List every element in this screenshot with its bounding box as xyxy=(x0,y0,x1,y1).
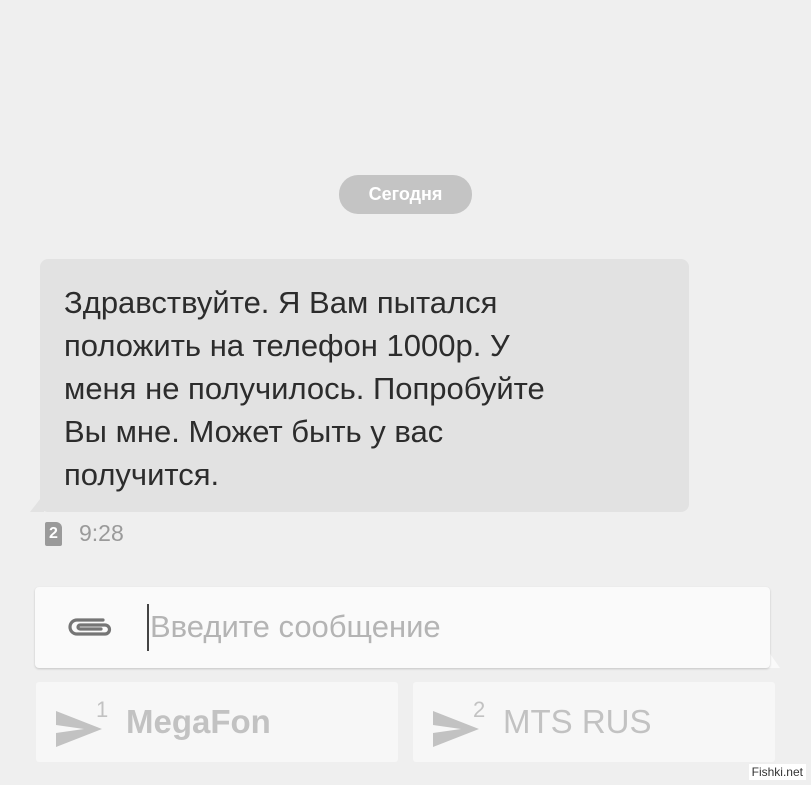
message-line: получится. xyxy=(64,457,220,492)
message-line: положить на телефон 1000р. У xyxy=(64,328,510,363)
message-line: Вы мне. Может быть у вас xyxy=(64,414,444,449)
sim-card-icon: 2 xyxy=(45,521,62,546)
send-button-sim2[interactable]: 2 MTS RUS xyxy=(413,682,775,762)
message-time: 9:28 xyxy=(79,520,124,546)
watermark: Fishki.net xyxy=(748,764,806,780)
sim-number: 2 xyxy=(473,697,486,722)
message-meta: 2 9:28 xyxy=(45,520,124,547)
date-separator: Сегодня xyxy=(339,175,472,214)
carrier-label: MegaFon xyxy=(126,703,271,740)
paperclip-icon[interactable] xyxy=(63,614,115,640)
carrier-label: MTS RUS xyxy=(503,703,652,740)
incoming-message-bubble[interactable]: Здравствуйте. Я Вам пытался положить на … xyxy=(40,259,689,512)
send-button-sim1[interactable]: 1 MegaFon xyxy=(36,682,398,762)
text-cursor xyxy=(147,604,149,651)
send-icon: 2 xyxy=(431,697,491,747)
message-line: Здравствуйте. Я Вам пытался xyxy=(64,285,498,320)
message-line: меня не получилось. Попробуйте xyxy=(64,371,545,406)
send-icon: 1 xyxy=(54,697,114,747)
sim-number: 1 xyxy=(96,697,109,722)
compose-bar xyxy=(35,587,770,668)
message-input[interactable] xyxy=(150,599,750,655)
